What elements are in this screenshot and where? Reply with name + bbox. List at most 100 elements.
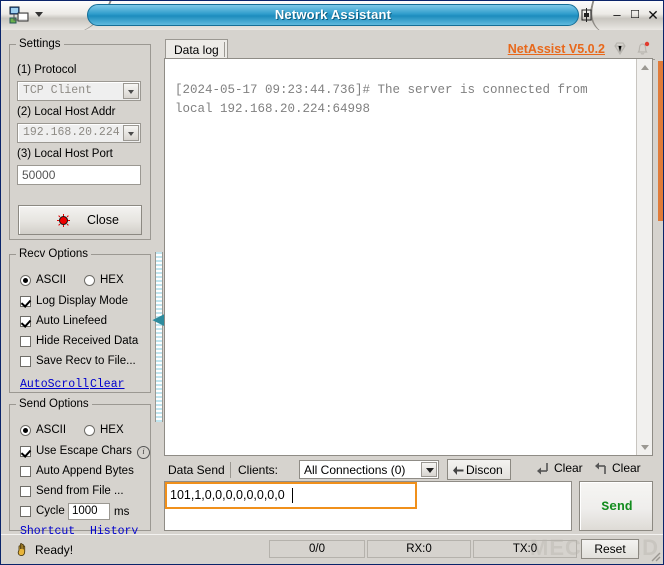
- data-log-text: [2024-05-17 09:23:44.736]# The server is…: [175, 83, 596, 116]
- radio-icon: [20, 275, 31, 286]
- protocol-label: (1) Protocol: [17, 64, 77, 76]
- chevron-down-icon[interactable]: [421, 462, 437, 477]
- cycle-interval-input[interactable]: 1000: [68, 503, 110, 520]
- title-bar: Network Assistant – ☐ ✕: [1, 1, 663, 31]
- tab-strip: Data log NetAssist V5.0.2: [164, 37, 655, 60]
- local-host-port-value: 50000: [22, 168, 56, 182]
- arrow-down-left-icon: [537, 463, 548, 475]
- local-host-port-input[interactable]: 50000: [17, 165, 141, 185]
- settings-group-label: Settings: [19, 38, 61, 50]
- status-counter: 0/0: [269, 540, 365, 558]
- connections-select[interactable]: All Connections (0): [299, 460, 439, 479]
- info-icon[interactable]: i: [137, 446, 150, 459]
- chevron-down-icon[interactable]: [123, 83, 139, 99]
- send-button-label: Send: [601, 499, 633, 514]
- radio-icon: [84, 275, 95, 286]
- close-window-button[interactable]: ✕: [645, 7, 661, 23]
- clients-label: Clients:: [238, 463, 279, 477]
- pin-icon[interactable]: [579, 8, 594, 22]
- checkbox-icon: [20, 336, 31, 347]
- settings-group: Settings (1) Protocol TCP Client (2) Loc…: [9, 38, 151, 240]
- clear-recv-button[interactable]: Clear: [537, 461, 583, 475]
- send-data-value: 101,1,0,0,0,0,0,0,0,0: [170, 488, 285, 502]
- splitter-grip[interactable]: [155, 252, 163, 422]
- send-ascii-label: ASCII: [36, 424, 67, 436]
- right-edge-accent: [658, 61, 663, 221]
- recv-option-label: Log Display Mode: [36, 295, 129, 307]
- disconnect-label: Discon: [466, 463, 503, 477]
- clear-send-button[interactable]: Clear: [595, 461, 641, 475]
- scroll-up-arrow-icon[interactable]: [637, 59, 653, 75]
- connection-led-icon: [57, 214, 70, 227]
- status-rx: RX:0: [367, 540, 471, 558]
- cycle-unit-label: ms: [114, 506, 130, 518]
- send-options-group: Send Options ASCII HEX Use Escape Chars …: [9, 398, 151, 538]
- tab-data-log[interactable]: Data log: [165, 39, 228, 60]
- send-options-group-label: Send Options: [19, 398, 89, 410]
- send-option-label: Send from File ...: [36, 485, 124, 497]
- reset-button[interactable]: Reset: [581, 539, 639, 559]
- checkbox-icon: [20, 466, 31, 477]
- pointer-hand-icon: [15, 542, 31, 557]
- collapse-left-arrow-icon[interactable]: ◀: [153, 312, 165, 328]
- recv-option-label: Hide Received Data: [36, 335, 139, 347]
- tab-separator: [224, 42, 225, 57]
- clear-recv-link[interactable]: Clear: [90, 378, 125, 391]
- status-bar: MECHMIND Ready! 0/0 RX:0 TX:0 Reset: [1, 534, 663, 564]
- send-button[interactable]: Send: [579, 481, 653, 531]
- connect-close-button[interactable]: Close: [18, 205, 142, 235]
- data-send-label: Data Send: [168, 463, 225, 477]
- checkbox-icon: [20, 316, 31, 327]
- network-computers-icon[interactable]: [9, 6, 29, 24]
- toolbar-separator: [230, 462, 231, 478]
- recv-ascii-label: ASCII: [36, 274, 67, 286]
- network-assistant-window: Network Assistant – ☐ ✕ Settings (1) Pro…: [0, 0, 664, 565]
- panel-splitter[interactable]: ◀: [153, 34, 165, 529]
- local-host-addr-label: (2) Local Host Addr: [17, 106, 116, 118]
- cycle-interval-value: 1000: [72, 505, 98, 517]
- chevron-down-icon[interactable]: [35, 12, 43, 17]
- status-tx: TX:0: [473, 540, 577, 558]
- connections-value: All Connections (0): [304, 463, 406, 477]
- protocol-select[interactable]: TCP Client: [17, 81, 141, 101]
- send-option-label: Auto Append Bytes: [36, 465, 134, 477]
- send-toolbar: Data Send Clients: All Connections (0) D…: [164, 459, 653, 481]
- clear-send-label: Clear: [612, 461, 641, 475]
- checkbox-icon: [20, 486, 31, 497]
- checkbox-icon: [20, 506, 31, 517]
- window-title: Network Assistant: [274, 7, 392, 22]
- cycle-label: Cycle: [36, 505, 65, 517]
- data-log-scrollbar[interactable]: [636, 59, 652, 455]
- checkbox-icon: [20, 356, 31, 367]
- autoscroll-link[interactable]: AutoScroll: [20, 378, 89, 391]
- local-host-port-label: (3) Local Host Port: [17, 148, 113, 160]
- resize-grip[interactable]: [647, 548, 661, 562]
- data-log-panel[interactable]: [2024-05-17 09:23:44.736]# The server is…: [164, 58, 653, 456]
- bell-icon[interactable]: [634, 40, 651, 57]
- disconnect-button[interactable]: Discon: [447, 459, 511, 480]
- left-panel: Settings (1) Protocol TCP Client (2) Loc…: [9, 34, 151, 538]
- send-hex-label: HEX: [100, 424, 124, 436]
- connect-close-label: Close: [87, 213, 119, 227]
- chevron-down-icon[interactable]: [123, 125, 139, 141]
- minimize-button[interactable]: –: [609, 7, 625, 23]
- arrow-up-left-icon: [595, 462, 606, 474]
- maximize-button[interactable]: ☐: [627, 7, 643, 23]
- recv-option-label: Save Recv to File...: [36, 355, 136, 367]
- checkbox-icon: [20, 446, 31, 457]
- radio-icon: [84, 425, 95, 436]
- netassist-version-link[interactable]: NetAssist V5.0.2: [508, 42, 605, 56]
- recv-options-group: Recv Options ASCII HEX Log Display Mode …: [9, 248, 151, 393]
- send-data-area[interactable]: 101,1,0,0,0,0,0,0,0,0: [164, 481, 572, 531]
- gem-icon[interactable]: [612, 41, 628, 57]
- send-data-input[interactable]: 101,1,0,0,0,0,0,0,0,0: [165, 482, 417, 509]
- right-panel: Data log NetAssist V5.0.2 [2024-05-17 09…: [164, 34, 655, 531]
- protocol-value: TCP Client: [23, 84, 93, 97]
- recv-option-label: Auto Linefeed: [36, 315, 107, 327]
- local-host-addr-select[interactable]: 192.168.20.224: [17, 123, 141, 143]
- local-host-addr-value: 192.168.20.224: [23, 126, 120, 139]
- scroll-down-arrow-icon[interactable]: [637, 439, 653, 455]
- recv-hex-label: HEX: [100, 274, 124, 286]
- radio-icon: [20, 425, 31, 436]
- text-caret: [292, 488, 293, 503]
